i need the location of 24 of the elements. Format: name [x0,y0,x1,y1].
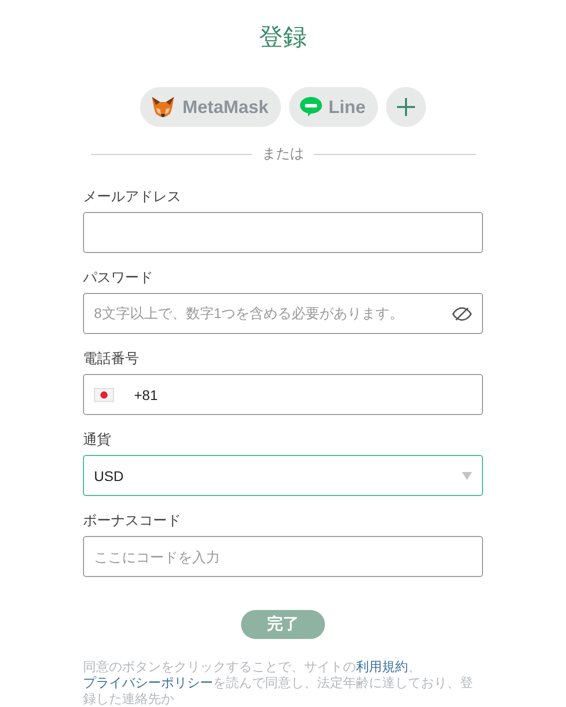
japan-flag-icon[interactable] [94,388,114,402]
plus-icon [396,97,416,117]
field-label: 通貨 [83,430,112,448]
field-label: パスワード [83,268,154,286]
line-icon [298,95,323,119]
divider-label: または [262,145,304,163]
password-placeholder: 8文字以上で、数字1つを含める必要があります。 [94,304,404,322]
input-field[interactable]: ここにコードを入力 [83,536,483,577]
field-label: 電話番号 [83,349,140,367]
field-label: ボーナスコード [83,511,182,529]
caret-icon [462,472,472,480]
password-field[interactable]: 8文字以上で、数字1つを含める必要があります。 [83,293,483,334]
terms-text: 同意のボタンをクリックすることで、サイトの利用規約、 プライバシーポリシーを読んで同意し、法定年齢に達しており、登録した連絡先か [83,659,474,707]
eye-slash-icon[interactable] [452,306,472,320]
terms-link[interactable]: 利用規約 [356,659,408,674]
currency-select[interactable]: USD [83,455,483,496]
terms-link[interactable]: プライバシーポリシー [83,675,213,690]
fox-icon [150,95,176,119]
add-button[interactable] [386,87,426,127]
phone-value: +81 [133,386,159,402]
field-label: メールアドレス [83,187,182,205]
page-title: 登録 [259,23,307,53]
phone-field[interactable]: +81 [83,374,483,415]
input-field[interactable] [83,212,483,253]
